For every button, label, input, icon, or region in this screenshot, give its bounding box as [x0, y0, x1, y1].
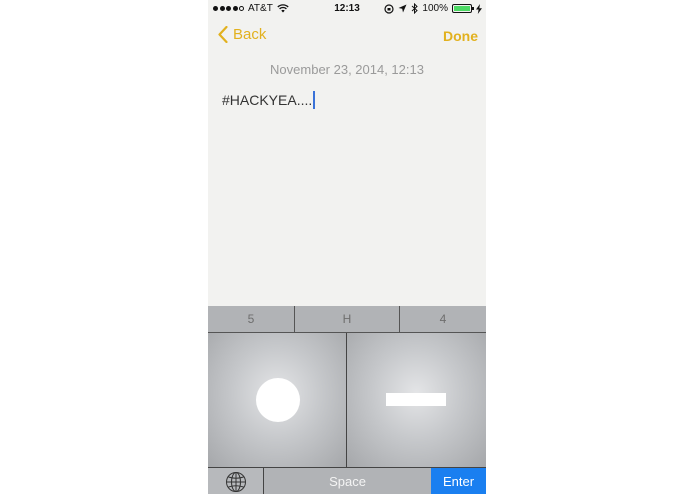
note-date: November 23, 2014, 12:13 [270, 62, 424, 77]
dot-icon [256, 378, 300, 422]
keyboard-bottom-row: Space Enter [208, 467, 486, 494]
text-cursor [313, 91, 315, 109]
globe-key[interactable] [208, 468, 264, 494]
bluetooth-icon [412, 3, 419, 14]
done-button[interactable]: Done [443, 28, 478, 44]
chevron-left-icon [218, 26, 228, 43]
battery-percent: 100% [422, 3, 448, 14]
rotation-lock-icon [384, 3, 395, 14]
dash-icon [386, 393, 446, 406]
battery-icon [452, 4, 474, 13]
suggestion-center[interactable]: H [295, 306, 400, 332]
back-label: Back [233, 26, 267, 43]
charging-bolt-icon [476, 3, 482, 14]
suggestion-left[interactable]: 5 [208, 306, 295, 332]
enter-key[interactable]: Enter [431, 468, 486, 494]
dot-key[interactable] [208, 333, 347, 467]
globe-icon [225, 471, 246, 492]
morse-keyboard: 5 H 4 Space Enter [208, 306, 486, 494]
space-key[interactable]: Space [264, 468, 431, 494]
suggestion-bar: 5 H 4 [208, 306, 486, 333]
morse-key-area [208, 333, 486, 467]
note-text: #HACKYEA.... [222, 92, 313, 108]
suggestion-right[interactable]: 4 [400, 306, 486, 332]
dash-key[interactable] [347, 333, 486, 467]
location-arrow-icon [398, 4, 407, 13]
status-right: 100% [384, 3, 482, 14]
note-text-area[interactable]: #HACKYEA.... [222, 91, 315, 109]
back-button[interactable]: Back [218, 26, 266, 43]
phone-screen: AT&T 12:13 100% Back Done November 23, 2… [208, 0, 486, 494]
status-bar: AT&T 12:13 100% [208, 0, 486, 18]
